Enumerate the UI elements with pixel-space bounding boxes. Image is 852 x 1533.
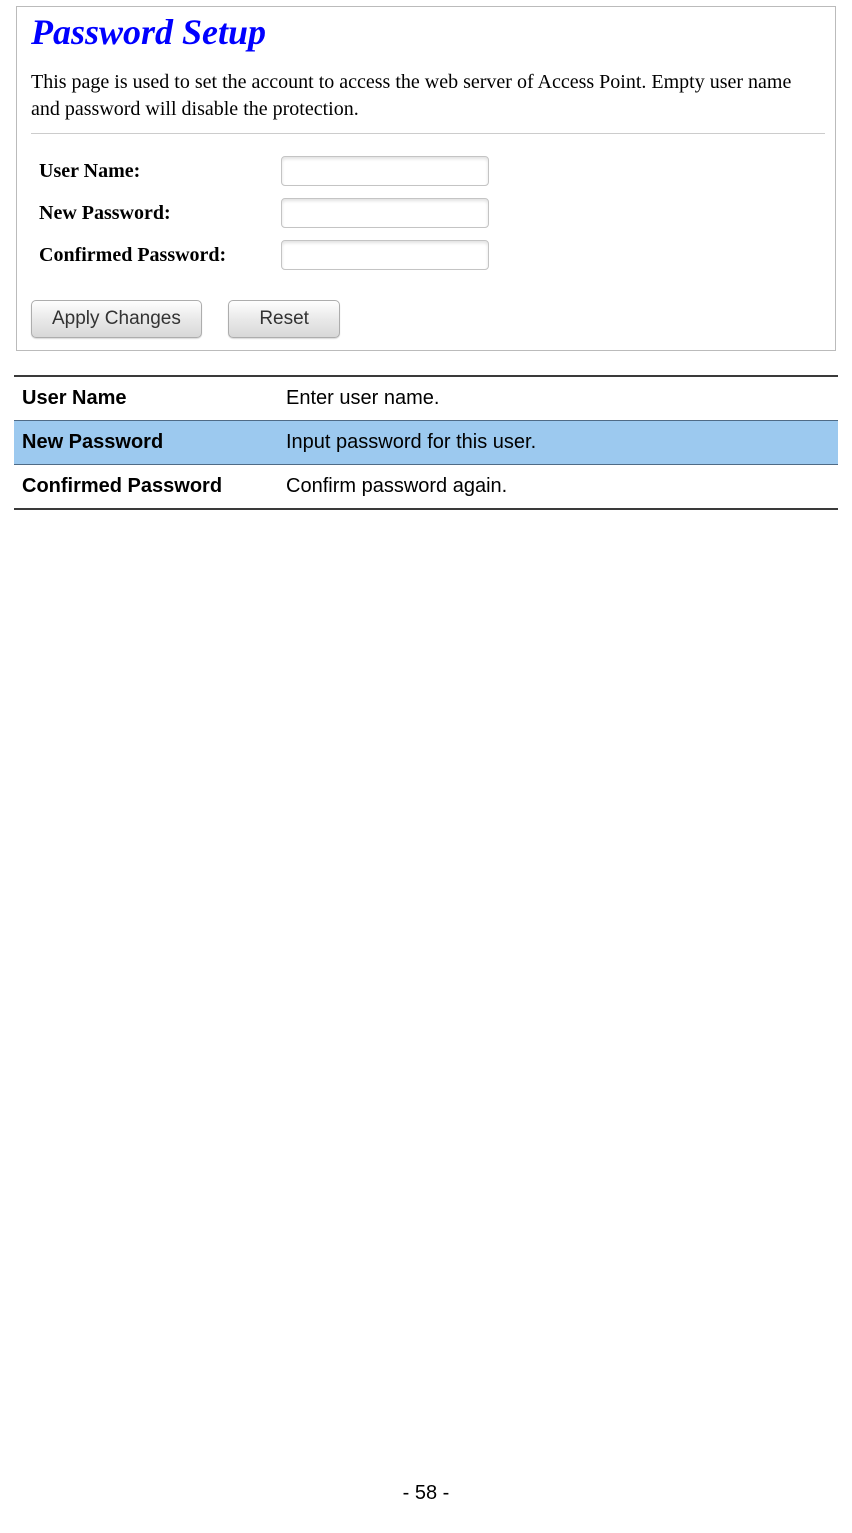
form-row-new-password: New Password: [31,198,825,228]
form-row-username: User Name: [31,156,825,186]
field-name: New Password [18,431,286,454]
form-row-confirmed-password: Confirmed Password: [31,240,825,270]
panel-description: This page is used to set the account to … [31,69,825,123]
page-number: - 58 - [0,1482,852,1505]
field-name: User Name [18,387,286,410]
new-password-input[interactable] [281,198,489,228]
field-description: Enter user name. [286,387,830,410]
description-table: User Name Enter user name. New Password … [14,375,838,510]
table-row: New Password Input password for this use… [14,420,838,465]
table-row: Confirmed Password Confirm password agai… [14,465,838,508]
button-row: Apply Changes Reset [31,300,825,338]
confirmed-password-input[interactable] [281,240,489,270]
new-password-label: New Password: [31,202,281,225]
panel-title: Password Setup [31,11,825,53]
divider [31,133,825,134]
confirmed-password-label: Confirmed Password: [31,244,281,267]
apply-changes-button[interactable]: Apply Changes [31,300,202,338]
user-name-input[interactable] [281,156,489,186]
field-description: Input password for this user. [286,431,830,454]
user-name-label: User Name: [31,160,281,183]
password-setup-panel: Password Setup This page is used to set … [16,6,836,351]
reset-button[interactable]: Reset [228,300,340,338]
table-row: User Name Enter user name. [14,377,838,420]
field-name: Confirmed Password [18,475,286,498]
field-description: Confirm password again. [286,475,830,498]
